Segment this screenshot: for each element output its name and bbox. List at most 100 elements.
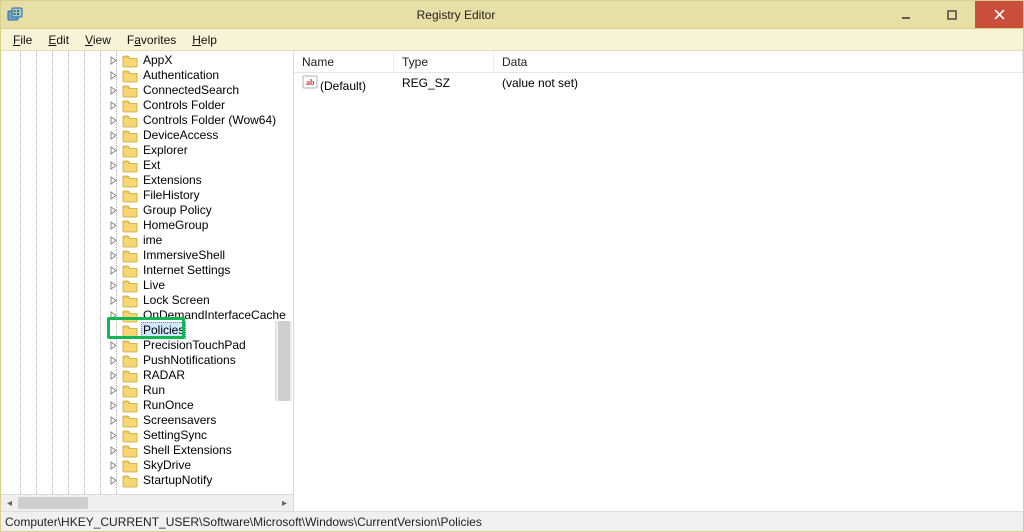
expander-icon[interactable] — [107, 145, 119, 157]
tree-item-label[interactable]: Live — [141, 278, 167, 293]
expander-icon[interactable] — [107, 310, 119, 322]
tree-horizontal-scrollbar[interactable]: ◂ ▸ — [1, 494, 293, 511]
tree-item-label[interactable]: Run — [141, 383, 167, 398]
expander-icon[interactable] — [107, 400, 119, 412]
tree-item[interactable]: ConnectedSearch — [1, 83, 293, 98]
expander-icon[interactable] — [107, 355, 119, 367]
tree-item[interactable]: Authentication — [1, 68, 293, 83]
expander-icon[interactable] — [107, 445, 119, 457]
tree-item-label[interactable]: AppX — [141, 53, 174, 68]
tree-item[interactable]: Shell Extensions — [1, 443, 293, 458]
tree-item[interactable]: Ext — [1, 158, 293, 173]
tree-item[interactable]: FileHistory — [1, 188, 293, 203]
tree-item-label[interactable]: ConnectedSearch — [141, 83, 241, 98]
tree-item-label[interactable]: Policies — [141, 322, 186, 339]
tree-item[interactable]: ime — [1, 233, 293, 248]
list-row[interactable]: ab(Default)REG_SZ(value not set) — [294, 73, 1023, 93]
tree-item-label[interactable]: ImmersiveShell — [141, 248, 227, 263]
expander-icon[interactable] — [107, 385, 119, 397]
menu-favorites[interactable]: Favorites — [119, 31, 184, 49]
expander-icon[interactable] — [107, 295, 119, 307]
expander-icon[interactable] — [107, 55, 119, 67]
tree-item[interactable]: SettingSync — [1, 428, 293, 443]
tree-vertical-scrollbar[interactable] — [275, 321, 292, 401]
tree-item[interactable]: Live — [1, 278, 293, 293]
expander-icon[interactable] — [107, 280, 119, 292]
tree-item-label[interactable]: StartupNotify — [141, 473, 214, 488]
expander-icon[interactable] — [107, 175, 119, 187]
tree-item[interactable]: Controls Folder (Wow64) — [1, 113, 293, 128]
column-header-name[interactable]: Name — [294, 51, 394, 72]
expander-icon[interactable] — [107, 85, 119, 97]
column-header-data[interactable]: Data — [494, 51, 1023, 72]
scroll-thumb[interactable] — [18, 497, 88, 509]
value-name-cell[interactable]: ab(Default) — [294, 74, 394, 93]
expander-icon[interactable] — [107, 115, 119, 127]
expander-icon[interactable] — [107, 160, 119, 172]
tree-scroll-area[interactable]: AppXAuthenticationConnectedSearchControl… — [1, 51, 293, 511]
scroll-left-button[interactable]: ◂ — [1, 495, 18, 511]
tree-item[interactable]: DeviceAccess — [1, 128, 293, 143]
tree-item[interactable]: RunOnce — [1, 398, 293, 413]
tree-item-label[interactable]: Screensavers — [141, 413, 218, 428]
tree-item[interactable]: Controls Folder — [1, 98, 293, 113]
tree-item[interactable]: HomeGroup — [1, 218, 293, 233]
expander-icon[interactable] — [107, 205, 119, 217]
tree-item[interactable]: Policies — [1, 323, 293, 338]
tree-item-label[interactable]: Explorer — [141, 143, 190, 158]
tree-item-label[interactable]: Lock Screen — [141, 293, 212, 308]
expander-icon[interactable] — [107, 415, 119, 427]
scroll-track[interactable] — [18, 495, 276, 511]
expander-icon[interactable] — [107, 460, 119, 472]
list-body[interactable]: ab(Default)REG_SZ(value not set) — [294, 73, 1023, 511]
tree-item[interactable]: Lock Screen — [1, 293, 293, 308]
menu-view[interactable]: View — [77, 31, 119, 49]
expander-icon[interactable] — [107, 250, 119, 262]
tree-item-label[interactable]: HomeGroup — [141, 218, 210, 233]
expander-icon[interactable] — [107, 475, 119, 487]
tree-item-label[interactable]: Group Policy — [141, 203, 214, 218]
expander-icon[interactable] — [107, 265, 119, 277]
tree-item-label[interactable]: Extensions — [141, 173, 204, 188]
tree-item-label[interactable]: Shell Extensions — [141, 443, 234, 458]
menu-edit[interactable]: Edit — [40, 31, 77, 49]
menu-file[interactable]: File — [5, 31, 40, 49]
tree-item[interactable]: Screensavers — [1, 413, 293, 428]
tree-item[interactable]: StartupNotify — [1, 473, 293, 488]
tree-item-label[interactable]: ime — [141, 233, 164, 248]
expander-icon[interactable] — [107, 190, 119, 202]
tree-item[interactable]: Group Policy — [1, 203, 293, 218]
expander-icon[interactable] — [107, 430, 119, 442]
tree-item-label[interactable]: PushNotifications — [141, 353, 238, 368]
expander-icon[interactable] — [107, 370, 119, 382]
tree-item-label[interactable]: RADAR — [141, 368, 187, 383]
tree-item[interactable]: OnDemandInterfaceCache — [1, 308, 293, 323]
column-header-type[interactable]: Type — [394, 51, 494, 72]
expander-icon[interactable] — [107, 220, 119, 232]
expander-icon[interactable] — [107, 235, 119, 247]
tree-item-label[interactable]: FileHistory — [141, 188, 202, 203]
tree-item[interactable]: Internet Settings — [1, 263, 293, 278]
tree-item[interactable]: PushNotifications — [1, 353, 293, 368]
tree-item-label[interactable]: Controls Folder (Wow64) — [141, 113, 278, 128]
tree-item-label[interactable]: PrecisionTouchPad — [141, 338, 248, 353]
menu-help[interactable]: Help — [184, 31, 225, 49]
tree-item-label[interactable]: Authentication — [141, 68, 221, 83]
expander-icon[interactable] — [107, 100, 119, 112]
tree-item[interactable]: Explorer — [1, 143, 293, 158]
maximize-button[interactable] — [929, 1, 975, 28]
tree-item-label[interactable]: Controls Folder — [141, 98, 227, 113]
tree-item-label[interactable]: DeviceAccess — [141, 128, 220, 143]
tree-item-label[interactable]: Ext — [141, 158, 162, 173]
tree-item-label[interactable]: SkyDrive — [141, 458, 193, 473]
tree-item[interactable]: SkyDrive — [1, 458, 293, 473]
scroll-right-button[interactable]: ▸ — [276, 495, 293, 511]
close-button[interactable] — [975, 1, 1023, 28]
tree-item[interactable]: Run — [1, 383, 293, 398]
expander-icon[interactable] — [107, 340, 119, 352]
tree-item[interactable]: Extensions — [1, 173, 293, 188]
tree-item[interactable]: PrecisionTouchPad — [1, 338, 293, 353]
tree-item[interactable]: ImmersiveShell — [1, 248, 293, 263]
tree-item[interactable]: RADAR — [1, 368, 293, 383]
tree-item-label[interactable]: SettingSync — [141, 428, 209, 443]
